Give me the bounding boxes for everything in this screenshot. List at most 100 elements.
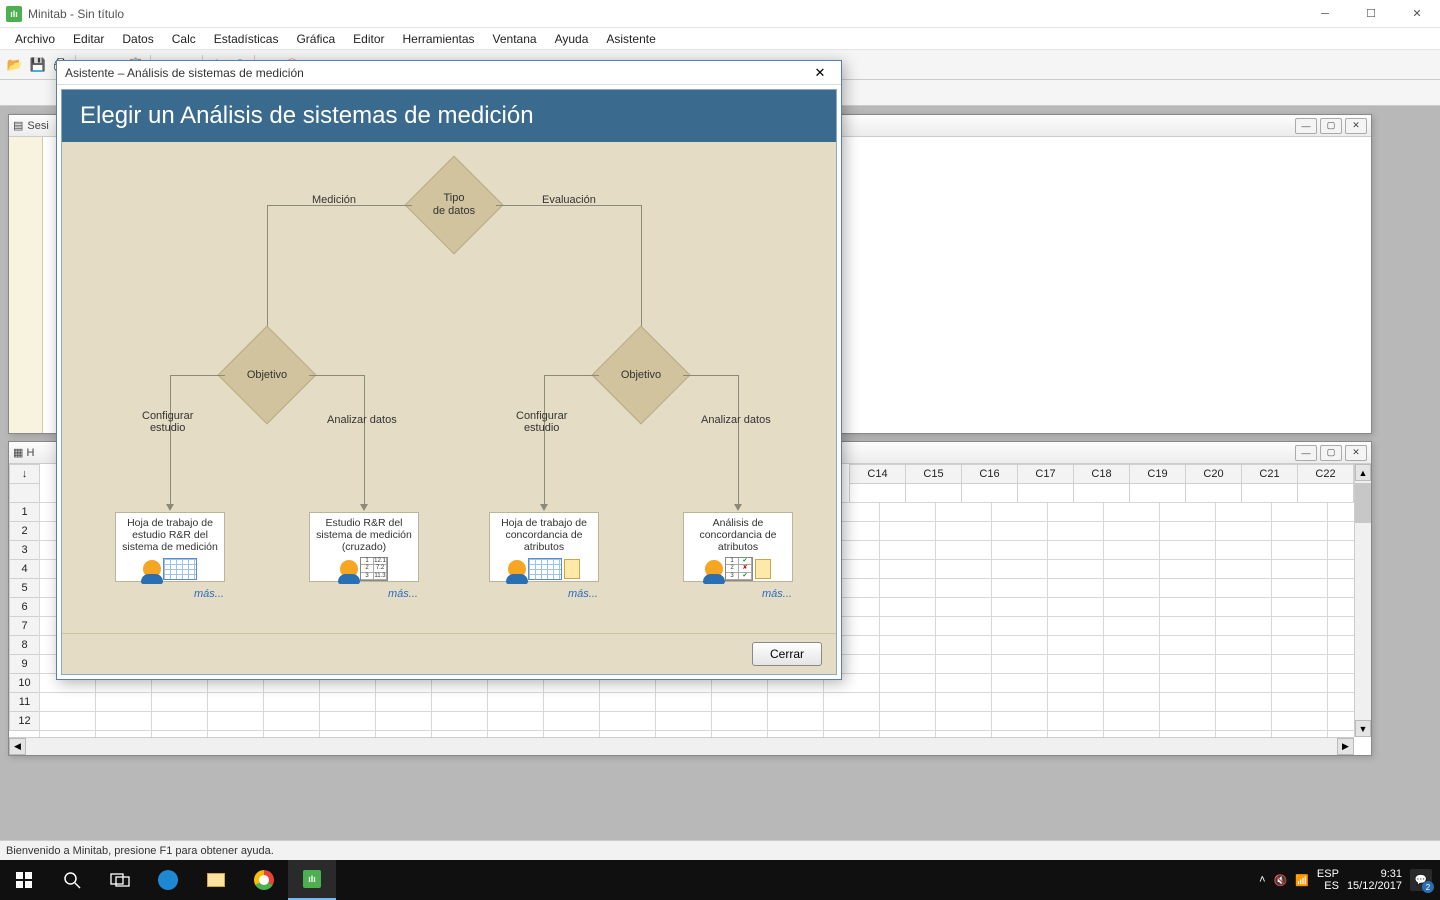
row-header[interactable]: 4 bbox=[10, 560, 40, 579]
more-link-3[interactable]: más... bbox=[568, 588, 598, 600]
tray-language[interactable]: ESPES bbox=[1317, 868, 1339, 892]
task-chrome[interactable] bbox=[240, 860, 288, 900]
tray-clock[interactable]: 9:3115/12/2017 bbox=[1347, 868, 1402, 892]
system-tray: ˄ 🔇 📶 ESPES 9:3115/12/2017 💬2 bbox=[1251, 868, 1440, 892]
worksheet-maximize-button[interactable]: ▢ bbox=[1320, 445, 1342, 461]
tray-chevron-up-icon[interactable]: ˄ bbox=[1259, 874, 1265, 886]
menu-calc[interactable]: Calc bbox=[163, 30, 205, 48]
scroll-up-icon[interactable]: ▲ bbox=[1355, 464, 1371, 481]
row-header[interactable]: 6 bbox=[10, 598, 40, 617]
option-label: Hoja de trabajo de concordancia de atrib… bbox=[490, 517, 598, 553]
row-header[interactable] bbox=[10, 484, 40, 503]
tray-notifications[interactable]: 💬2 bbox=[1410, 869, 1432, 891]
col-header[interactable]: C17 bbox=[1018, 465, 1074, 484]
session-maximize-button[interactable]: ▢ bbox=[1320, 118, 1342, 134]
option-worksheet-attribute[interactable]: Hoja de trabajo de concordancia de atrib… bbox=[489, 512, 599, 582]
dialog-close-button[interactable]: ✕ bbox=[807, 63, 833, 83]
worksheet-close-button[interactable]: ✕ bbox=[1345, 445, 1367, 461]
option-worksheet-rr[interactable]: Hoja de trabajo de estudio R&R del siste… bbox=[115, 512, 225, 582]
task-edge[interactable] bbox=[144, 860, 192, 900]
col-header[interactable]: C14 bbox=[850, 465, 906, 484]
vertical-scrollbar[interactable]: ▲ ▼ bbox=[1354, 464, 1371, 737]
row-header[interactable]: 11 bbox=[10, 693, 40, 712]
more-link-4[interactable]: más... bbox=[762, 588, 792, 600]
leaf-label-l1: Configurar estudio bbox=[142, 410, 193, 434]
col-header[interactable]: C16 bbox=[962, 465, 1018, 484]
dialog-close-action-button[interactable]: Cerrar bbox=[752, 642, 822, 666]
option-study-rr-crossed[interactable]: Estudio R&R del sistema de medición (cru… bbox=[309, 512, 419, 582]
minimize-button[interactable]: ─ bbox=[1302, 0, 1348, 28]
col-header[interactable]: C21 bbox=[1242, 465, 1298, 484]
save-icon[interactable]: 💾 bbox=[27, 54, 49, 76]
flowchart: Tipo de datos Medición Evaluación Objeti… bbox=[62, 142, 836, 633]
open-icon[interactable]: 📂 bbox=[4, 54, 26, 76]
corner-cell[interactable]: ↓ bbox=[10, 465, 40, 484]
chrome-icon bbox=[254, 870, 274, 890]
horizontal-scrollbar[interactable]: ◀ ▶ bbox=[9, 737, 1354, 755]
menu-editar[interactable]: Editar bbox=[64, 30, 113, 48]
session-close-button[interactable]: ✕ bbox=[1345, 118, 1367, 134]
row-header[interactable]: 7 bbox=[10, 617, 40, 636]
row-header[interactable]: 12 bbox=[10, 712, 40, 731]
dialog-titlebar[interactable]: Asistente – Análisis de sistemas de medi… bbox=[57, 61, 841, 85]
tray-volume-muted-icon[interactable]: 🔇 bbox=[1274, 874, 1288, 887]
taskview-button[interactable] bbox=[96, 860, 144, 900]
scroll-thumb[interactable] bbox=[1355, 483, 1371, 523]
tray-network-icon[interactable]: 📶 bbox=[1295, 874, 1309, 887]
person-icon bbox=[508, 560, 526, 578]
col-header[interactable]: C19 bbox=[1130, 465, 1186, 484]
worksheet-title: H bbox=[26, 447, 34, 459]
row-header[interactable]: 1 bbox=[10, 503, 40, 522]
task-minitab[interactable]: ılı bbox=[288, 860, 336, 900]
menu-asistente[interactable]: Asistente bbox=[597, 30, 664, 48]
session-minimize-button[interactable]: — bbox=[1295, 118, 1317, 134]
worksheet-minimize-button[interactable]: — bbox=[1295, 445, 1317, 461]
col-header[interactable]: C18 bbox=[1074, 465, 1130, 484]
row-header[interactable]: 5 bbox=[10, 579, 40, 598]
session-title: Sesi bbox=[27, 120, 48, 132]
row-header[interactable]: 3 bbox=[10, 541, 40, 560]
maximize-button[interactable]: ☐ bbox=[1348, 0, 1394, 28]
row-header[interactable]: 9 bbox=[10, 655, 40, 674]
clipboard-icon bbox=[564, 559, 580, 579]
row-header[interactable]: 2 bbox=[10, 522, 40, 541]
grid-icon bbox=[528, 558, 562, 580]
menu-herramientas[interactable]: Herramientas bbox=[394, 30, 484, 48]
app-logo-icon: ılı bbox=[6, 6, 22, 22]
menu-grafica[interactable]: Gráfica bbox=[287, 30, 344, 48]
dialog-heading: Elegir un Análisis de sistemas de medici… bbox=[62, 90, 836, 142]
statusbar: Bienvenido a Minitab, presione F1 para o… bbox=[0, 840, 1440, 860]
dialog-title: Asistente – Análisis de sistemas de medi… bbox=[65, 66, 304, 80]
start-button[interactable] bbox=[0, 860, 48, 900]
menu-datos[interactable]: Datos bbox=[113, 30, 162, 48]
task-file-explorer[interactable] bbox=[192, 860, 240, 900]
scroll-left-icon[interactable]: ◀ bbox=[9, 738, 26, 755]
menu-editor[interactable]: Editor bbox=[344, 30, 393, 48]
person-icon bbox=[143, 560, 161, 578]
scroll-right-icon[interactable]: ▶ bbox=[1337, 738, 1354, 755]
menu-archivo[interactable]: Archivo bbox=[6, 30, 64, 48]
row-header[interactable]: 10 bbox=[10, 674, 40, 693]
option-label: Análisis de concordancia de atributos bbox=[684, 517, 792, 553]
menu-ventana[interactable]: Ventana bbox=[484, 30, 546, 48]
scroll-down-icon[interactable]: ▼ bbox=[1355, 720, 1371, 737]
leaf-label-r1: Configurar estudio bbox=[516, 410, 567, 434]
menu-ayuda[interactable]: Ayuda bbox=[546, 30, 598, 48]
person-icon bbox=[705, 560, 723, 578]
menubar: Archivo Editar Datos Calc Estadísticas G… bbox=[0, 28, 1440, 50]
file-explorer-icon bbox=[207, 873, 225, 887]
search-button[interactable] bbox=[48, 860, 96, 900]
taskbar: ılı ˄ 🔇 📶 ESPES 9:3115/12/2017 💬2 bbox=[0, 860, 1440, 900]
more-link-2[interactable]: más... bbox=[388, 588, 418, 600]
col-header[interactable]: C20 bbox=[1186, 465, 1242, 484]
col-header[interactable]: C15 bbox=[906, 465, 962, 484]
menu-estadisticas[interactable]: Estadísticas bbox=[205, 30, 288, 48]
more-link-1[interactable]: más... bbox=[194, 588, 224, 600]
leaf-label-l2: Analizar datos bbox=[327, 414, 397, 426]
col-header[interactable]: C22 bbox=[1298, 465, 1354, 484]
option-label: Estudio R&R del sistema de medición (cru… bbox=[310, 517, 418, 553]
option-analysis-attribute[interactable]: Análisis de concordancia de atributos 1✔… bbox=[683, 512, 793, 582]
close-button[interactable]: ✕ bbox=[1394, 0, 1440, 28]
decision-objetivo-right: Objetivo bbox=[592, 326, 691, 425]
row-header[interactable]: 8 bbox=[10, 636, 40, 655]
